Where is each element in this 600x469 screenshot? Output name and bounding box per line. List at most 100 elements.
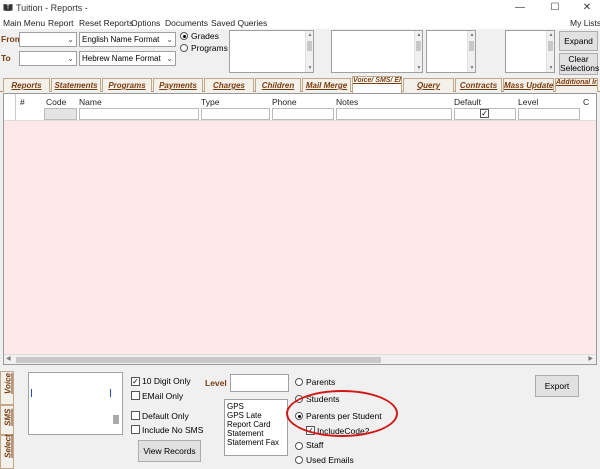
- col-header-notes[interactable]: Notes: [336, 97, 358, 107]
- to-combo[interactable]: ⌄: [19, 51, 77, 66]
- programs-radio[interactable]: [180, 44, 188, 52]
- scroll-down-icon[interactable]: ▼: [468, 65, 476, 71]
- name-format-combo-2[interactable]: Hebrew Name Format ⌄: [79, 51, 176, 66]
- scrollbar[interactable]: [111, 373, 122, 434]
- menu-reset-reports[interactable]: Reset Reports: [79, 18, 133, 28]
- maximize-button[interactable]: ☐: [541, 1, 569, 15]
- side-tab-voice-label: Voice: [3, 372, 13, 394]
- name-format-combo-1[interactable]: English Name Format ⌄: [79, 32, 176, 47]
- ten-digit-only-label: 10 Digit Only: [142, 376, 191, 386]
- type-filter-cell[interactable]: [201, 108, 270, 120]
- scroll-down-icon[interactable]: ▼: [547, 65, 555, 71]
- clear-selections-button[interactable]: Clear Selections: [559, 53, 599, 75]
- tab-contracts[interactable]: Contracts: [455, 78, 502, 92]
- col-header-c[interactable]: C: [583, 97, 589, 107]
- default-only-checkbox[interactable]: [131, 411, 140, 420]
- tab-query[interactable]: Query: [403, 78, 454, 92]
- scroll-up-icon[interactable]: ▲: [468, 32, 476, 38]
- menu-saved-queries[interactable]: Saved Queries: [211, 18, 267, 28]
- include-no-sms-label: Include No SMS: [142, 425, 204, 435]
- phone-filter-cell[interactable]: [272, 108, 334, 120]
- scroll-left-icon[interactable]: ◀: [6, 355, 11, 362]
- scroll-up-icon[interactable]: ▲: [547, 32, 555, 38]
- col-header-type[interactable]: Type: [201, 97, 219, 107]
- scroll-thumb[interactable]: [113, 415, 119, 424]
- list-item[interactable]: Statement: [227, 429, 287, 438]
- scroll-thumb[interactable]: [548, 41, 553, 51]
- scroll-thumb[interactable]: [416, 41, 421, 51]
- tab-reports[interactable]: Reports: [3, 78, 50, 92]
- menu-report[interactable]: Report: [48, 18, 74, 28]
- side-tab-sms[interactable]: SMS: [0, 405, 14, 435]
- from-combo[interactable]: ⌄: [19, 32, 77, 47]
- tab-children[interactable]: Children: [255, 78, 301, 92]
- default-filter-checkbox[interactable]: ✓: [480, 109, 489, 118]
- tab-programs[interactable]: Programs: [102, 78, 152, 92]
- used-emails-radio[interactable]: [295, 456, 303, 464]
- tab-voice-sms-email[interactable]: Voice/ SMS/ EMail: [352, 76, 402, 93]
- side-tab-select[interactable]: Select: [0, 434, 14, 469]
- filter-listbox-1[interactable]: ▲ ▼: [331, 30, 423, 73]
- scroll-right-icon[interactable]: ▶: [588, 355, 593, 362]
- parents-radio[interactable]: [295, 378, 303, 386]
- col-header-level[interactable]: Level: [518, 97, 538, 107]
- col-header-phone[interactable]: Phone: [272, 97, 297, 107]
- side-tab-voice[interactable]: Voice: [0, 371, 14, 405]
- menu-documents[interactable]: Documents: [165, 18, 208, 28]
- grades-radio[interactable]: [180, 32, 188, 40]
- col-header-name[interactable]: Name: [79, 97, 102, 107]
- list-item[interactable]: Report Card: [227, 420, 287, 429]
- scroll-thumb[interactable]: [469, 41, 474, 51]
- list-item[interactable]: GPS Late: [227, 411, 287, 420]
- filter-listbox-2[interactable]: ▲ ▼: [426, 30, 476, 73]
- tab-statements[interactable]: Statements: [51, 78, 101, 92]
- tab-payments[interactable]: Payments: [153, 78, 203, 92]
- view-records-button[interactable]: View Records: [138, 440, 201, 462]
- scroll-down-icon[interactable]: ▼: [306, 65, 314, 71]
- tab-mass-update[interactable]: Mass Update: [503, 78, 554, 92]
- scrollbar[interactable]: ▲ ▼: [546, 31, 554, 72]
- list-item[interactable]: GPS: [227, 402, 287, 411]
- minimize-button[interactable]: —: [506, 1, 534, 15]
- col-header-default[interactable]: Default: [454, 97, 481, 107]
- scroll-down-icon[interactable]: ▼: [415, 65, 423, 71]
- menu-my-lists[interactable]: My Lists: [570, 18, 600, 28]
- message-textbox[interactable]: [28, 372, 123, 435]
- notes-filter-cell[interactable]: [336, 108, 452, 120]
- list-item[interactable]: Statement Fax: [227, 438, 287, 447]
- scroll-up-icon[interactable]: ▲: [415, 32, 423, 38]
- tab-additional-info[interactable]: Additional Info: [555, 78, 598, 92]
- scroll-thumb[interactable]: [307, 41, 312, 51]
- chevron-down-icon: ⌄: [67, 54, 74, 63]
- ten-digit-only-checkbox[interactable]: ✓: [131, 377, 140, 386]
- level-listbox[interactable]: GPS GPS Late Report Card Statement State…: [224, 399, 288, 456]
- grades-listbox[interactable]: ▲ ▼: [229, 30, 314, 73]
- grid-header: # Code Name Type Phone Notes Default Lev…: [4, 94, 596, 121]
- col-header-code[interactable]: Code: [46, 97, 66, 107]
- filter-listbox-3[interactable]: ▲ ▼: [505, 30, 555, 73]
- close-button[interactable]: ✕: [573, 1, 600, 15]
- scrollbar[interactable]: ▲ ▼: [467, 31, 475, 72]
- chevron-down-icon: ⌄: [166, 35, 173, 44]
- menu-main-menu[interactable]: Main Menu: [3, 18, 45, 28]
- horizontal-scrollbar[interactable]: ◀ ▶: [4, 354, 596, 364]
- code-filter-cell[interactable]: [44, 108, 77, 120]
- expand-button[interactable]: Expand: [559, 31, 598, 51]
- staff-radio[interactable]: [295, 442, 303, 450]
- scroll-thumb[interactable]: [16, 357, 381, 363]
- name-filter-cell[interactable]: [79, 108, 199, 120]
- level-filter-cell[interactable]: [518, 108, 580, 120]
- tab-mail-merge[interactable]: Mail Merge: [302, 78, 351, 92]
- level-input[interactable]: [230, 374, 289, 392]
- tab-charges[interactable]: Charges: [204, 78, 254, 92]
- export-button[interactable]: Export: [535, 375, 579, 397]
- include-no-sms-checkbox[interactable]: [131, 425, 140, 434]
- scroll-up-icon[interactable]: ▲: [306, 32, 314, 38]
- chevron-down-icon: ⌄: [67, 35, 74, 44]
- email-only-checkbox[interactable]: [131, 391, 140, 400]
- menu-options[interactable]: Options: [131, 18, 160, 28]
- scrollbar[interactable]: ▲ ▼: [414, 31, 422, 72]
- scrollbar[interactable]: ▲ ▼: [305, 31, 313, 72]
- col-header-number[interactable]: #: [20, 97, 25, 107]
- records-grid[interactable]: # Code Name Type Phone Notes Default Lev…: [3, 93, 597, 365]
